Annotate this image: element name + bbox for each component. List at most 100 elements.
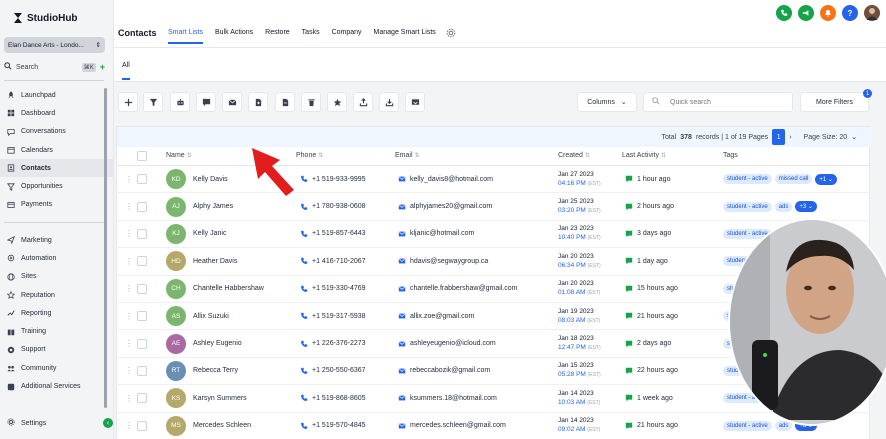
sidebar-search[interactable]: Search ⌘K +: [4, 60, 105, 74]
tag-pill[interactable]: student - active: [723, 201, 772, 212]
sidebar-item-sites[interactable]: Sites: [0, 268, 114, 286]
contact-name-link[interactable]: Chantelle Habbershaw: [193, 276, 264, 302]
tag-pill[interactable]: ads: [774, 201, 793, 212]
sidebar-scrollbar[interactable]: [104, 88, 107, 408]
review-request-star-icon[interactable]: [327, 92, 347, 112]
export-button[interactable]: [353, 92, 373, 112]
drag-handle-icon[interactable]: ⋮: [125, 358, 133, 384]
phone-cell[interactable]: +1 519-570-4845: [300, 413, 366, 439]
tag-pill[interactable]: student - active: [723, 420, 772, 431]
import-button[interactable]: [379, 92, 399, 112]
column-header-created[interactable]: Created ⇅: [558, 152, 590, 159]
email-cell[interactable]: kljanic@hotmail.com: [398, 221, 474, 247]
phone-cell[interactable]: +1 226-376-2273: [300, 330, 366, 356]
contact-name-link[interactable]: Karsyn Summers: [193, 385, 247, 411]
phone-cell[interactable]: +1 780-938-0608: [300, 193, 366, 219]
sidebar-item-reputation[interactable]: Reputation: [0, 286, 114, 304]
email-cell[interactable]: alphyjames20@gmail.com: [398, 193, 492, 219]
drag-handle-icon[interactable]: ⋮: [125, 303, 133, 329]
drag-handle-icon[interactable]: ⋮: [125, 248, 133, 274]
quick-search-input[interactable]: [670, 98, 780, 106]
row-checkbox[interactable]: [137, 393, 147, 404]
sidebar-item-additional-services[interactable]: Additional Services: [0, 377, 114, 395]
sidebar-item-support[interactable]: Support: [0, 341, 114, 359]
next-page-icon[interactable]: ›: [789, 134, 791, 141]
column-header-name[interactable]: Name ⇅: [166, 152, 192, 159]
tab-bulk-actions[interactable]: Bulk Actions: [215, 29, 253, 44]
filter-button[interactable]: [143, 92, 163, 112]
contact-name-link[interactable]: Kelly Davis: [193, 166, 228, 192]
settings-gear-icon[interactable]: [446, 28, 456, 38]
user-avatar[interactable]: [864, 5, 880, 21]
drag-handle-icon[interactable]: ⋮: [125, 413, 133, 439]
more-filters-button[interactable]: More Filters 1: [800, 89, 872, 112]
sidebar-item-launchpad[interactable]: Launchpad: [0, 86, 114, 104]
tab-smart-lists[interactable]: Smart Lists: [168, 29, 204, 44]
chevron-down-icon[interactable]: ⌄: [851, 133, 857, 141]
account-switcher[interactable]: Elan Dance Arts - Londo... ⇕: [4, 37, 105, 53]
phone-cell[interactable]: +1 519-330-4769: [300, 276, 366, 302]
sidebar-item-dashboard[interactable]: Dashboard: [0, 104, 114, 122]
column-header-tags[interactable]: Tags: [723, 152, 738, 159]
row-checkbox[interactable]: [137, 283, 147, 294]
sidebar-item-marketing[interactable]: Marketing: [0, 231, 114, 249]
contact-name-link[interactable]: Mercedes Schleen: [193, 413, 251, 439]
email-cell[interactable]: ksummers.18@hotmail.com: [398, 385, 497, 411]
delete-button[interactable]: [301, 92, 321, 112]
phone-icon[interactable]: [776, 5, 792, 21]
more-tags-pill[interactable]: +3 ⌄: [795, 201, 817, 213]
drag-handle-icon[interactable]: ⋮: [125, 193, 133, 219]
email-cell[interactable]: mercedes.schleen@gmail.com: [398, 413, 506, 439]
sidebar-item-opportunities[interactable]: Opportunities: [0, 177, 114, 195]
add-tag-button[interactable]: [248, 92, 268, 112]
tab-restore[interactable]: Restore: [265, 29, 290, 44]
more-tags-pill[interactable]: +1 ⌄: [815, 173, 837, 185]
sidebar-item-conversations[interactable]: Conversations: [0, 123, 114, 141]
column-header-phone[interactable]: Phone ⇅: [296, 152, 323, 159]
column-header-last-activity[interactable]: Last Activity ⇅: [622, 152, 666, 159]
email-cell[interactable]: rebeccabozik@gmail.com: [398, 358, 490, 384]
contact-name-link[interactable]: Heather Davis: [193, 248, 237, 274]
sidebar-item-automation[interactable]: Automation: [0, 249, 114, 267]
sidebar-item-calendars[interactable]: Calendars: [0, 141, 114, 159]
tab-manage-smart-lists[interactable]: Manage Smart Lists: [374, 29, 436, 44]
email-cell[interactable]: kelly_davis8@hotmail.com: [398, 166, 493, 192]
row-checkbox[interactable]: [137, 174, 147, 185]
email-cell[interactable]: chantelle.frabbershaw@gmail.com: [398, 276, 518, 302]
tag-pill[interactable]: student - active: [723, 174, 772, 185]
phone-cell[interactable]: +1 519-317-5938: [300, 303, 366, 329]
column-header-email[interactable]: Email ⇅: [395, 152, 420, 159]
row-checkbox[interactable]: [137, 365, 147, 376]
phone-cell[interactable]: +1 250-550-6367: [300, 358, 366, 384]
phone-cell[interactable]: +1 416-710-2067: [300, 248, 366, 274]
phone-cell[interactable]: +1 519-868-8605: [300, 385, 366, 411]
sidebar-item-settings[interactable]: Settings: [7, 418, 46, 428]
contact-name-link[interactable]: Kelly Janic: [193, 221, 226, 247]
tab-tasks[interactable]: Tasks: [302, 29, 320, 44]
phone-cell[interactable]: +1 519-933-9995: [300, 166, 366, 192]
table-row[interactable]: ⋮ MS Mercedes Schleen +1 519-570-4845 merced…: [117, 413, 871, 439]
drag-handle-icon[interactable]: ⋮: [125, 330, 133, 356]
drag-handle-icon[interactable]: ⋮: [125, 221, 133, 247]
row-checkbox[interactable]: [137, 338, 147, 349]
automation-button[interactable]: [170, 92, 190, 112]
notification-bell-icon[interactable]: [820, 5, 836, 21]
add-contact-button[interactable]: [118, 92, 138, 112]
phone-cell[interactable]: +1 519-857-6443: [300, 221, 366, 247]
email-cell[interactable]: allix.zoe@gmail.com: [398, 303, 474, 329]
collapse-sidebar-button[interactable]: ‹: [103, 418, 113, 428]
send-sms-button[interactable]: [196, 92, 216, 112]
row-checkbox[interactable]: [137, 201, 147, 212]
send-email-button[interactable]: [222, 92, 242, 112]
page-button-current[interactable]: 1: [772, 129, 786, 145]
page-size-label[interactable]: Page Size: 20: [804, 134, 848, 141]
row-checkbox[interactable]: [137, 256, 147, 267]
brand-logo[interactable]: StudioHub: [12, 10, 78, 26]
contact-name-link[interactable]: Rebecca Terry: [193, 358, 238, 384]
contact-name-link[interactable]: Alphy James: [193, 193, 233, 219]
contact-name-link[interactable]: Allix Suzuki: [193, 303, 229, 329]
tab-all[interactable]: All: [122, 62, 130, 80]
sidebar-item-contacts[interactable]: Contacts: [0, 159, 114, 178]
drag-handle-icon[interactable]: ⋮: [125, 385, 133, 411]
drag-handle-icon[interactable]: ⋮: [125, 166, 133, 192]
